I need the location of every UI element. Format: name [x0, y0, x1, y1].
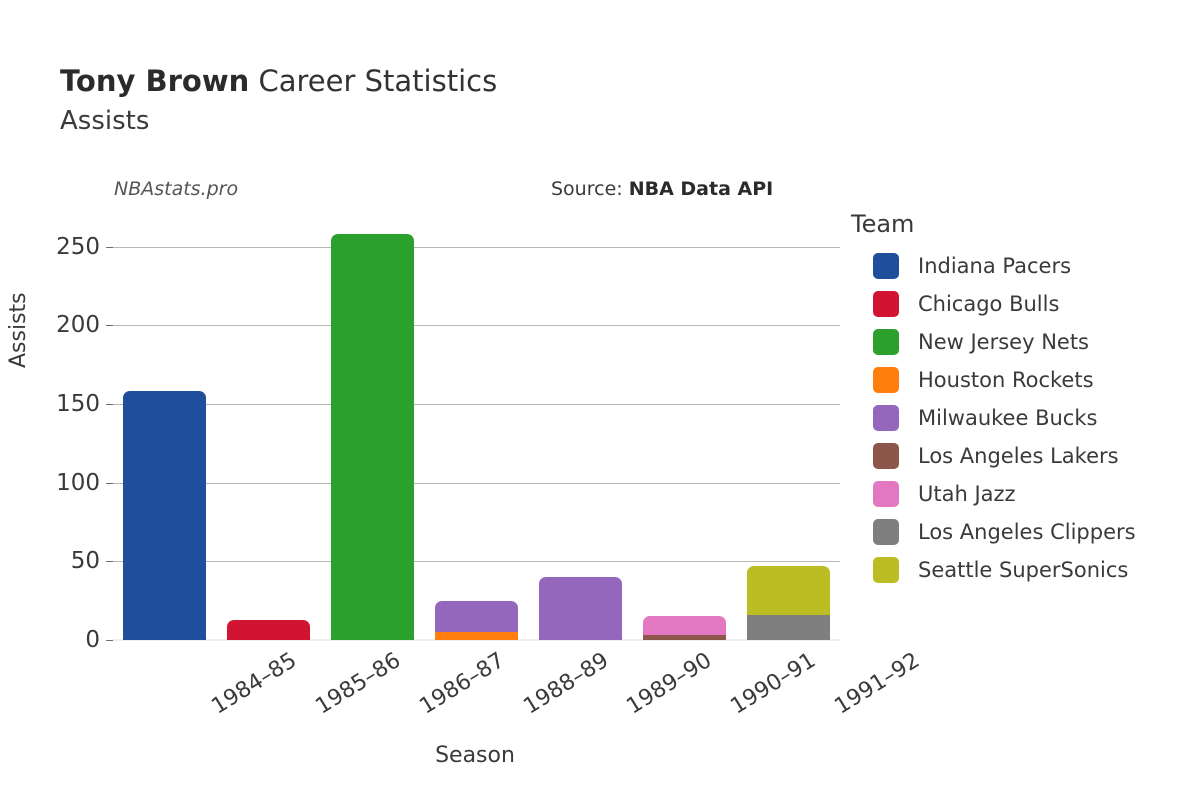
- legend-item-label: Houston Rockets: [918, 368, 1094, 392]
- source-credit: Source: NBA Data API: [551, 178, 773, 200]
- legend-item[interactable]: Indiana Pacers: [851, 247, 1191, 285]
- bar-group[interactable]: [227, 223, 311, 640]
- y-tick-mark: [106, 640, 113, 641]
- legend-swatch-icon: [873, 329, 899, 355]
- y-tick-mark: [106, 246, 113, 248]
- y-tick-label: 200: [56, 312, 100, 339]
- legend-item[interactable]: Houston Rockets: [851, 361, 1191, 399]
- bar-group[interactable]: [746, 223, 830, 640]
- bar-segment[interactable]: [642, 616, 726, 636]
- bar-segment[interactable]: [538, 577, 622, 640]
- legend-item[interactable]: Los Angeles Clippers: [851, 513, 1191, 551]
- legend-title: Team: [851, 210, 915, 238]
- y-tick-label: 0: [85, 627, 100, 653]
- x-tick-label: 1988–89: [518, 648, 613, 720]
- bar-group[interactable]: [538, 223, 622, 640]
- legend-item[interactable]: Chicago Bulls: [851, 285, 1191, 323]
- bar-segment[interactable]: [642, 635, 726, 640]
- source-label: Source:: [551, 178, 629, 200]
- bar-segment[interactable]: [123, 391, 207, 640]
- y-tick-label: 250: [56, 233, 100, 260]
- plot-area: 0 50 100 150 200 250: [56, 223, 840, 653]
- bar-group[interactable]: [642, 223, 726, 640]
- y-tick-mark: [106, 561, 113, 563]
- watermark: NBAstats.pro: [114, 178, 239, 200]
- legend-item[interactable]: New Jersey Nets: [851, 323, 1191, 361]
- legend-item-label: Seattle SuperSonics: [918, 558, 1129, 582]
- legend-item-label: Chicago Bulls: [918, 292, 1060, 316]
- legend-item-label: Indiana Pacers: [918, 254, 1072, 278]
- y-tick-label: 50: [70, 548, 100, 575]
- legend-item[interactable]: Seattle SuperSonics: [851, 551, 1191, 589]
- bar-group[interactable]: [331, 223, 415, 640]
- bar-segment[interactable]: [434, 600, 519, 633]
- legend-swatch-icon: [873, 481, 899, 507]
- legend-item[interactable]: Los Angeles Lakers: [851, 437, 1191, 475]
- bar-group[interactable]: [434, 223, 519, 640]
- legend-swatch-icon: [873, 443, 899, 469]
- legend-swatch-icon: [873, 291, 899, 317]
- legend-swatch-icon: [873, 367, 899, 393]
- x-tick-label: 1989–90: [622, 648, 717, 720]
- bar-group[interactable]: [123, 223, 207, 640]
- y-tick-label: 100: [56, 469, 100, 496]
- page-title: Tony Brown Career Statistics: [60, 62, 880, 100]
- bar-segment[interactable]: [331, 234, 415, 640]
- legend: Team Indiana Pacers Chicago Bulls New Jers…: [851, 210, 1191, 589]
- x-tick-label: 1984–85: [207, 648, 302, 720]
- legend-item-label: Los Angeles Clippers: [918, 520, 1136, 544]
- legend-item-label: Utah Jazz: [918, 482, 1016, 506]
- legend-swatch-icon: [873, 253, 899, 279]
- legend-item-label: New Jersey Nets: [918, 330, 1089, 354]
- bar-segment[interactable]: [746, 614, 830, 640]
- y-axis-title: Assists: [6, 292, 31, 368]
- page-subtitle: Assists: [60, 106, 150, 136]
- x-tick-label: 1991–92: [830, 648, 925, 720]
- y-tick-mark: [106, 325, 113, 327]
- legend-item-label: Los Angeles Lakers: [918, 444, 1119, 468]
- title-block: Tony Brown Career Statistics Assists: [60, 62, 880, 138]
- legend-swatch-icon: [873, 557, 899, 583]
- y-tick-mark: [106, 403, 113, 405]
- page-title-rest: Career Statistics: [249, 64, 498, 98]
- legend-item[interactable]: Milwaukee Bucks: [851, 399, 1191, 437]
- x-tick-label: 1985–86: [311, 648, 406, 720]
- source-value: NBA Data API: [628, 178, 774, 200]
- legend-item-list: Indiana Pacers Chicago Bulls New Jersey Ne…: [851, 247, 1191, 589]
- bar-segment[interactable]: [227, 619, 311, 640]
- y-tick-label: 150: [56, 390, 100, 417]
- legend-item[interactable]: Utah Jazz: [851, 475, 1191, 513]
- legend-swatch-icon: [873, 519, 899, 545]
- x-axis-title: Season: [435, 743, 515, 768]
- page-title-strong: Tony Brown: [60, 64, 250, 98]
- bar-segment[interactable]: [434, 632, 519, 640]
- legend-swatch-icon: [873, 405, 899, 431]
- chart-canvas: Tony Brown Career Statistics Assists NBA…: [0, 0, 1200, 800]
- x-tick-label: 1986–87: [415, 648, 509, 720]
- x-tick-label: 1990–91: [726, 648, 821, 720]
- bar-segment[interactable]: [746, 566, 830, 615]
- legend-item-label: Milwaukee Bucks: [918, 406, 1098, 430]
- y-tick-mark: [106, 482, 113, 484]
